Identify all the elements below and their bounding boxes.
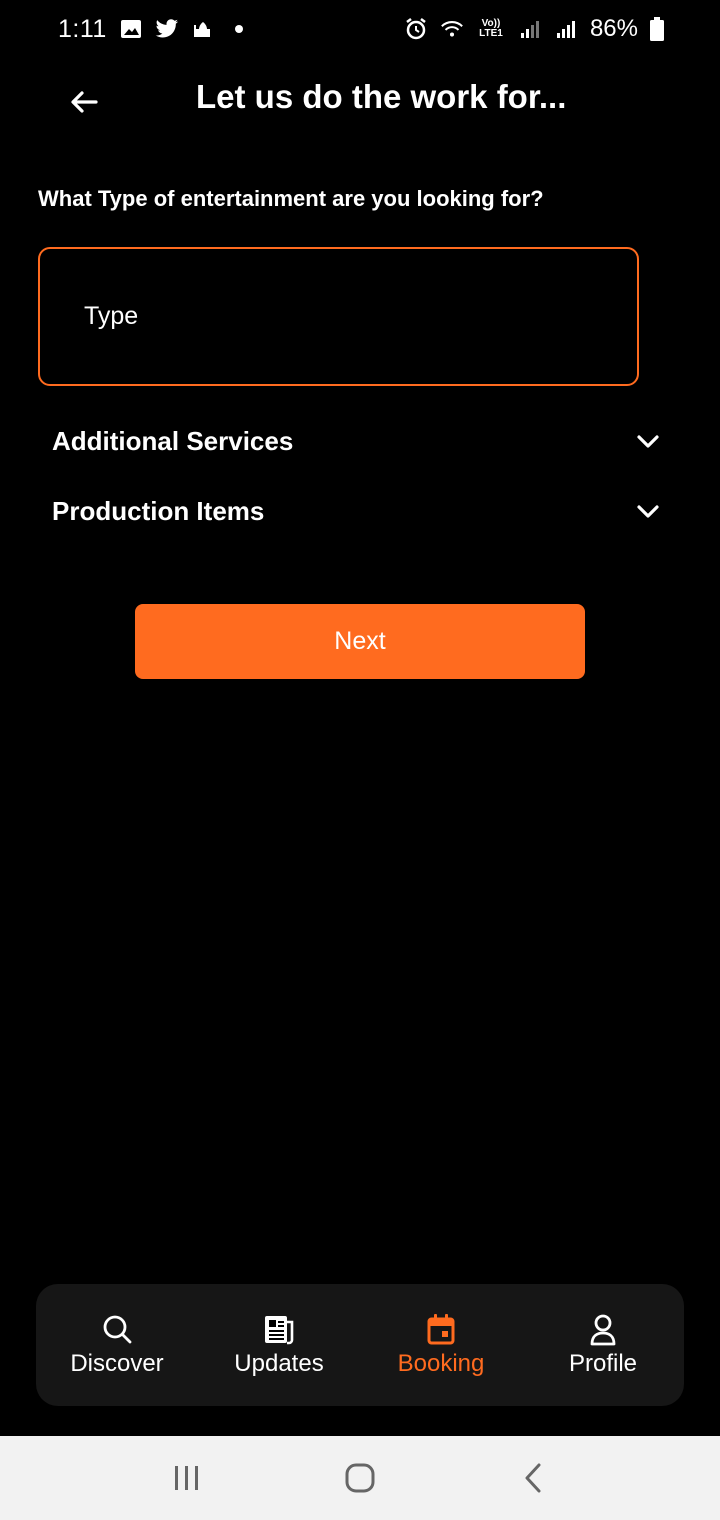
chevron-down-icon (637, 505, 659, 518)
system-nav-bar (0, 1436, 720, 1520)
chevron-down-icon (637, 435, 659, 448)
back-button[interactable] (58, 76, 110, 128)
page-title: Let us do the work for... (196, 78, 567, 115)
alarm-icon (404, 17, 428, 41)
additional-services-toggle[interactable]: Additional Services (52, 419, 672, 463)
nav-label-updates: Updates (234, 1350, 324, 1377)
additional-services-label: Additional Services (52, 425, 294, 456)
type-field-label: Type (84, 302, 139, 330)
nav-label-discover: Discover (70, 1350, 164, 1377)
status-bar: 1:11 Vo)) LTE1 86% (0, 0, 720, 58)
nav-item-profile[interactable]: Profile (528, 1312, 678, 1378)
bottom-nav: Discover Updates Booking Profile (36, 1284, 684, 1406)
gallery-icon (119, 17, 143, 41)
recent-apps-button[interactable] (157, 1448, 217, 1508)
calendar-icon (427, 1314, 455, 1345)
lte-label: LTE1 (479, 28, 503, 39)
arrow-left-icon (71, 91, 98, 113)
nav-label-profile: Profile (568, 1350, 638, 1377)
signal-icon (554, 17, 578, 41)
nav-label-booking: Booking (397, 1350, 485, 1377)
type-field[interactable]: Type (38, 247, 639, 386)
nav-item-booking[interactable]: Booking (366, 1312, 516, 1378)
mosque-icon (191, 17, 215, 41)
battery-percent: 86% (589, 15, 638, 42)
booking-screen: 1:11 Vo)) LTE1 86% Let us do the work fo… (0, 0, 720, 1520)
home-icon (345, 1463, 375, 1493)
volte-indicator: Vo)) LTE1 (476, 17, 506, 41)
wifi-icon (440, 17, 464, 41)
chevron-left-icon (525, 1463, 541, 1493)
battery-icon (650, 17, 664, 41)
recent-apps-icon (174, 1466, 198, 1490)
next-button[interactable]: Next (135, 604, 585, 679)
status-right: Vo)) LTE1 86% (404, 15, 664, 43)
status-left: 1:11 (58, 15, 243, 44)
notification-dot (234, 25, 243, 33)
question-label: What Type of entertainment are you looki… (38, 186, 544, 211)
system-back-button[interactable] (503, 1448, 563, 1508)
twitter-icon (155, 17, 179, 41)
search-icon (103, 1315, 132, 1344)
nav-item-updates[interactable]: Updates (204, 1312, 354, 1378)
nav-item-discover[interactable]: Discover (42, 1312, 192, 1378)
home-button[interactable] (330, 1448, 390, 1508)
production-items-toggle[interactable]: Production Items (52, 489, 672, 533)
status-time: 1:11 (58, 14, 107, 43)
person-icon (590, 1314, 616, 1346)
newspaper-icon (265, 1316, 294, 1345)
production-items-label: Production Items (52, 495, 265, 526)
signal-icon (518, 17, 542, 41)
header: Let us do the work for... (0, 68, 720, 132)
